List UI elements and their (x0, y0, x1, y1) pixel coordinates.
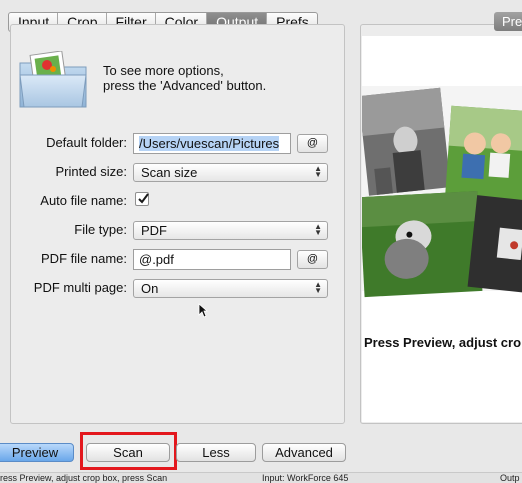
default-folder-value: /Users/vuescan/Pictures (139, 136, 280, 151)
status-output: Outp (500, 473, 520, 483)
hint-line-1: To see more options, (103, 63, 224, 78)
default-folder-browse-button[interactable]: @ (297, 134, 328, 153)
pdf-multi-page-value: On (141, 281, 159, 296)
default-folder-label: Default folder: (46, 135, 127, 150)
less-button[interactable]: Less (176, 443, 256, 462)
hint-line-2: press the 'Advanced' button. (103, 78, 267, 93)
chevron-updown-icon: ▲ ▼ (314, 222, 322, 237)
file-type-label: File type: (74, 222, 127, 237)
folder-photo-icon (18, 50, 88, 111)
mouse-pointer-icon (198, 303, 209, 321)
status-bar: ress Preview, adjust crop box, press Sca… (0, 472, 522, 483)
preview-button[interactable]: Preview (0, 443, 74, 462)
status-message: ress Preview, adjust crop box, press Sca… (0, 473, 168, 483)
pdf-file-name-label: PDF file name: (41, 251, 127, 266)
printed-size-value: Scan size (141, 165, 198, 180)
pdf-multi-page-select[interactable]: On ▲ ▼ (133, 279, 328, 298)
checkmark-icon (138, 193, 149, 204)
printed-size-label: Printed size: (55, 164, 127, 179)
scanned-photos-image (362, 86, 522, 298)
auto-file-name-label: Auto file name: (40, 193, 127, 208)
preview-instructions: Press Preview, adjust cro (364, 335, 522, 350)
file-type-select[interactable]: PDF ▲ ▼ (133, 221, 328, 240)
scan-highlight-annotation (80, 432, 177, 470)
file-type-value: PDF (141, 223, 167, 238)
advanced-button[interactable]: Advanced (262, 443, 346, 462)
auto-file-name-checkbox[interactable] (135, 192, 149, 206)
advanced-hint: To see more options, press the 'Advanced… (103, 63, 266, 93)
pdf-file-name-browse-button[interactable]: @ (297, 250, 328, 269)
pdf-multi-page-label: PDF multi page: (33, 280, 127, 295)
preview-image-area[interactable] (362, 36, 522, 422)
chevron-updown-icon: ▲ ▼ (314, 164, 322, 179)
printed-size-select[interactable]: Scan size ▲ ▼ (133, 163, 328, 182)
pdf-file-name-value: @.pdf (139, 252, 174, 267)
preview-tab[interactable]: Pre (494, 12, 522, 31)
status-input-device: Input: WorkForce 645 (262, 473, 349, 483)
default-folder-field[interactable]: /Users/vuescan/Pictures (133, 133, 291, 154)
chevron-updown-icon: ▲ ▼ (314, 280, 322, 295)
pdf-file-name-field[interactable]: @.pdf (133, 249, 291, 270)
